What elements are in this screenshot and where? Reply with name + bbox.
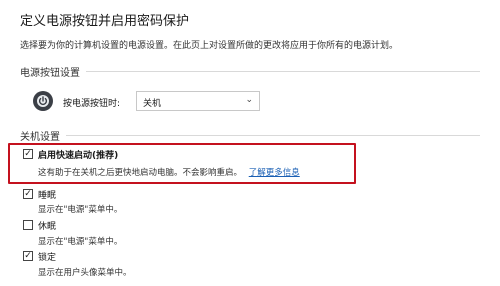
hibernate-label: 休眠 <box>38 222 57 232</box>
sleep-checkbox[interactable]: ✓ <box>23 189 33 199</box>
lock-description: 显示在用户头像菜单中。 <box>38 268 132 278</box>
lock-label: 锁定 <box>38 253 57 263</box>
shutdown-section-heading: 关机设置 <box>20 132 60 143</box>
highlight-box <box>8 143 356 184</box>
section-divider <box>66 135 480 136</box>
power-button-action-value: 关机 <box>143 99 162 109</box>
chevron-down-icon: ⌄ <box>245 95 253 105</box>
power-icon <box>33 91 53 111</box>
power-button-section-heading: 电源按钮设置 <box>20 68 80 79</box>
sleep-label: 睡眠 <box>38 191 57 201</box>
power-button-action-select[interactable]: 关机 ⌄ <box>136 91 260 111</box>
hibernate-checkbox[interactable] <box>23 220 33 230</box>
section-divider <box>86 71 480 72</box>
hibernate-description: 显示在"电源"菜单中。 <box>38 237 123 247</box>
page-title: 定义电源按钮并启用密码保护 <box>20 14 190 29</box>
sleep-description: 显示在"电源"菜单中。 <box>38 205 123 215</box>
lock-checkbox[interactable]: ✓ <box>23 251 33 261</box>
power-button-action-label: 按电源按钮时: <box>63 99 121 109</box>
page-description: 选择要为你的计算机设置的电源设置。在此页上对设置所做的更改将应用于你所有的电源计… <box>20 41 399 51</box>
